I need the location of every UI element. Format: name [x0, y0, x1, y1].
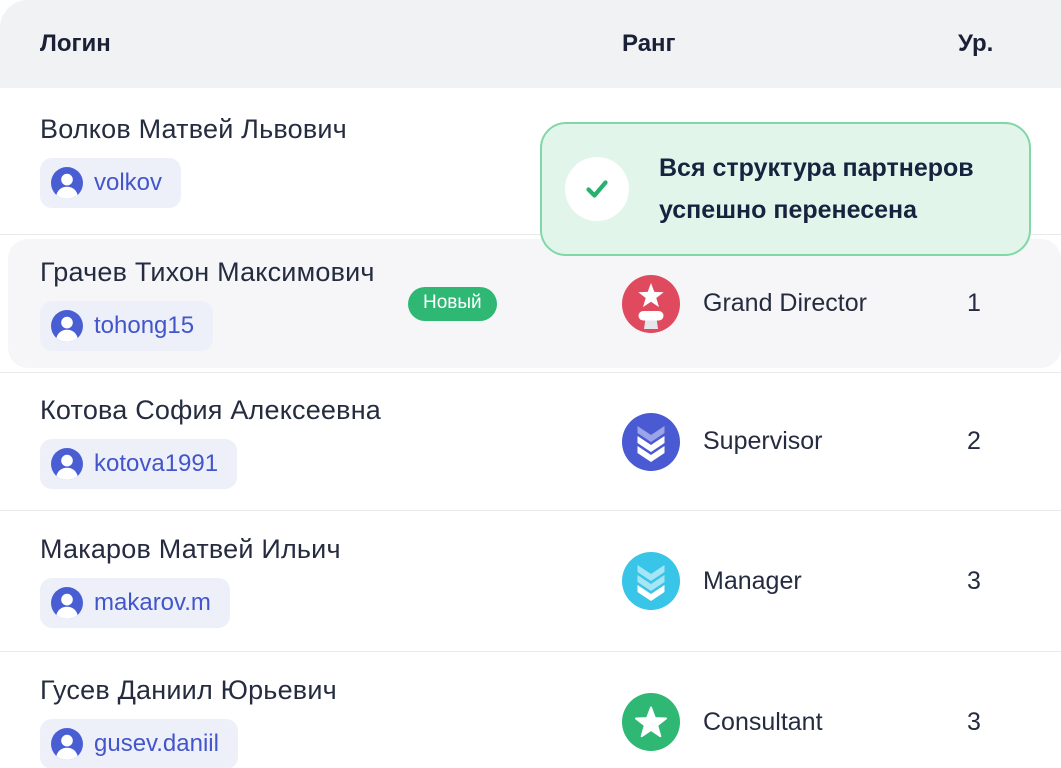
toast-icon-circle [565, 157, 629, 221]
rank-cell: Grand Director [622, 275, 958, 333]
partner-name: Котова София Алексеевна [40, 395, 381, 426]
user-avatar-icon [51, 310, 83, 342]
user-avatar-icon [51, 167, 83, 199]
level-cell: 3 [958, 567, 1061, 596]
partner-name: Макаров Матвей Ильич [40, 534, 341, 565]
table-row[interactable]: Гусев Даниил Юрьевич gusev.daniil Consul… [0, 652, 1061, 768]
login-value: tohong15 [94, 312, 194, 340]
table-row-highlighted[interactable]: Грачев Тихон Максимович tohong15 Новый [8, 239, 1061, 368]
partners-page: Логин Ранг Ур. Волков Матвей Львович vol… [0, 0, 1061, 768]
rank-star-icon [622, 693, 680, 751]
login-cell: Котова София Алексеевна kotova1991 [40, 395, 622, 489]
rank-name: Manager [703, 567, 802, 596]
column-header-rank: Ранг [622, 30, 958, 58]
rank-cell: Manager [622, 552, 958, 610]
column-header-level: Ур. [958, 30, 1061, 58]
check-icon [582, 174, 612, 204]
rank-chevrons-icon [622, 552, 680, 610]
rank-cell: Supervisor [622, 413, 958, 471]
login-value: kotova1991 [94, 450, 218, 478]
toast-message: Вся структура партнеров успешно перенесе… [659, 147, 1011, 231]
login-cell: Макаров Матвей Ильич makarov.m [40, 534, 622, 628]
login-cell: Гусев Даниил Юрьевич gusev.daniil [40, 675, 622, 768]
rank-name: Supervisor [703, 427, 823, 456]
column-header-login: Логин [40, 30, 622, 58]
rank-name: Consultant [703, 708, 823, 737]
new-badge: Новый [408, 287, 497, 321]
login-value: volkov [94, 169, 162, 197]
rank-name: Grand Director [703, 289, 867, 318]
table-row[interactable]: Котова София Алексеевна kotova1991 [0, 373, 1061, 511]
rank-chevrons-icon [622, 413, 680, 471]
user-avatar-icon [51, 728, 83, 760]
success-toast: Вся структура партнеров успешно перенесе… [540, 122, 1031, 256]
login-value: gusev.daniil [94, 730, 219, 758]
level-cell: 2 [958, 427, 1061, 456]
login-cell: Грачев Тихон Максимович tohong15 [40, 257, 622, 351]
login-chip[interactable]: gusev.daniil [40, 719, 238, 768]
level-cell: 3 [958, 708, 1061, 737]
login-value: makarov.m [94, 589, 211, 617]
login-chip[interactable]: volkov [40, 158, 181, 208]
login-chip[interactable]: kotova1991 [40, 439, 237, 489]
partner-name: Грачев Тихон Максимович [40, 257, 375, 288]
login-chip[interactable]: makarov.m [40, 578, 230, 628]
login-chip[interactable]: tohong15 [40, 301, 213, 351]
user-avatar-icon [51, 448, 83, 480]
user-avatar-icon [51, 587, 83, 619]
level-cell: 1 [958, 289, 1061, 318]
partner-name: Волков Матвей Львович [40, 114, 347, 145]
login-cell: Волков Матвей Львович volkov [40, 114, 622, 208]
table-header: Логин Ранг Ур. [0, 0, 1061, 88]
rank-star-podium-icon [622, 275, 680, 333]
table-row[interactable]: Макаров Матвей Ильич makarov.m Mana [0, 511, 1061, 652]
partner-name: Гусев Даниил Юрьевич [40, 675, 337, 706]
rank-cell: Consultant [622, 693, 958, 751]
